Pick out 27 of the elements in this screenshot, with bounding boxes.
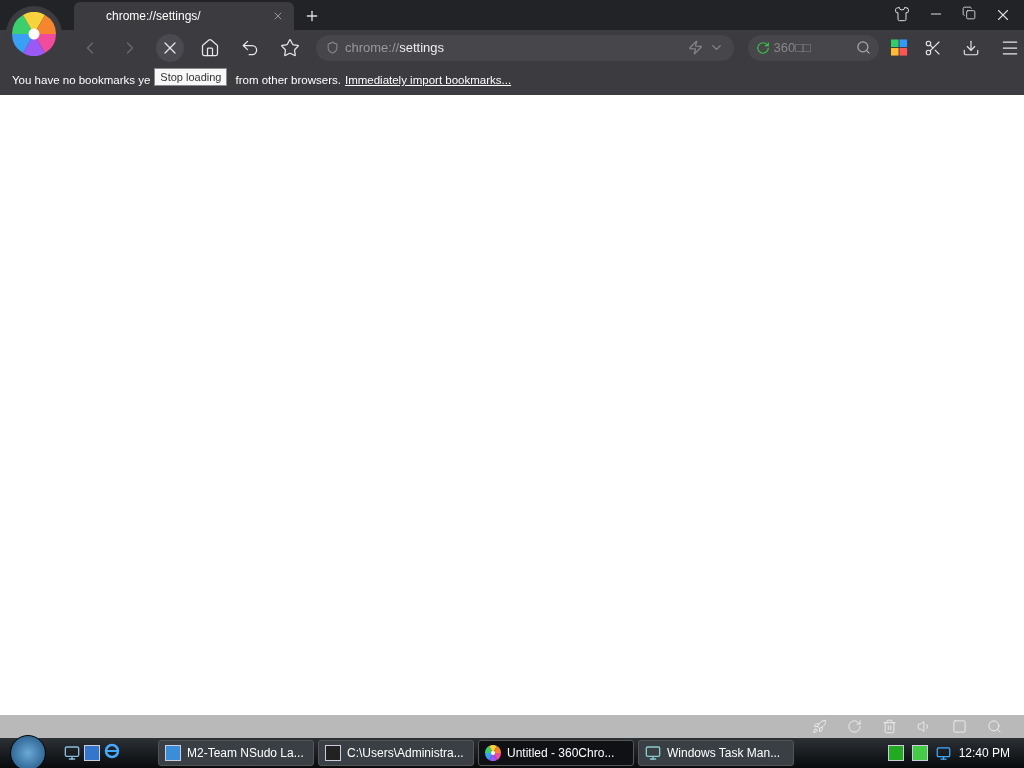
- clock: 12:40 PM: [958, 746, 1010, 760]
- url-text: chrome://settings: [345, 40, 445, 55]
- lightning-icon[interactable]: [687, 40, 703, 55]
- tray-status-icon[interactable]: [887, 745, 904, 761]
- taskbar-button[interactable]: Untitled - 360Chro...: [478, 740, 634, 766]
- shirt-icon[interactable]: [894, 6, 910, 22]
- apps-grid-icon[interactable]: [890, 38, 908, 57]
- taskbar-button[interactable]: M2-Team NSudo La...: [158, 740, 314, 766]
- desktop-icon[interactable]: [64, 745, 80, 761]
- browser-logo-icon: [12, 12, 56, 56]
- search-icon[interactable]: [855, 40, 871, 55]
- shield-icon: [326, 41, 339, 54]
- browser-logo-icon: [485, 745, 501, 761]
- monitor-icon: [645, 745, 661, 761]
- new-tab-icon[interactable]: [304, 8, 320, 24]
- network-icon[interactable]: [935, 745, 951, 761]
- app-icon: [165, 745, 181, 761]
- tooltip: Stop loading: [154, 68, 228, 86]
- bookmark-message: You have no bookmarks ye: [12, 74, 151, 86]
- start-button[interactable]: [10, 735, 46, 768]
- taskbar-button[interactable]: Windows Task Man...: [638, 740, 794, 766]
- bookmark-message: from other browsers.: [235, 74, 341, 86]
- import-bookmarks-link[interactable]: Immediately import bookmarks...: [344, 74, 512, 86]
- restore-icon[interactable]: [962, 6, 976, 20]
- address-bar[interactable]: chrome://settings: [316, 34, 734, 61]
- taskbar-button[interactable]: C:\Users\Administra...: [318, 740, 474, 766]
- browser-tab[interactable]: chrome://settings/: [74, 2, 294, 30]
